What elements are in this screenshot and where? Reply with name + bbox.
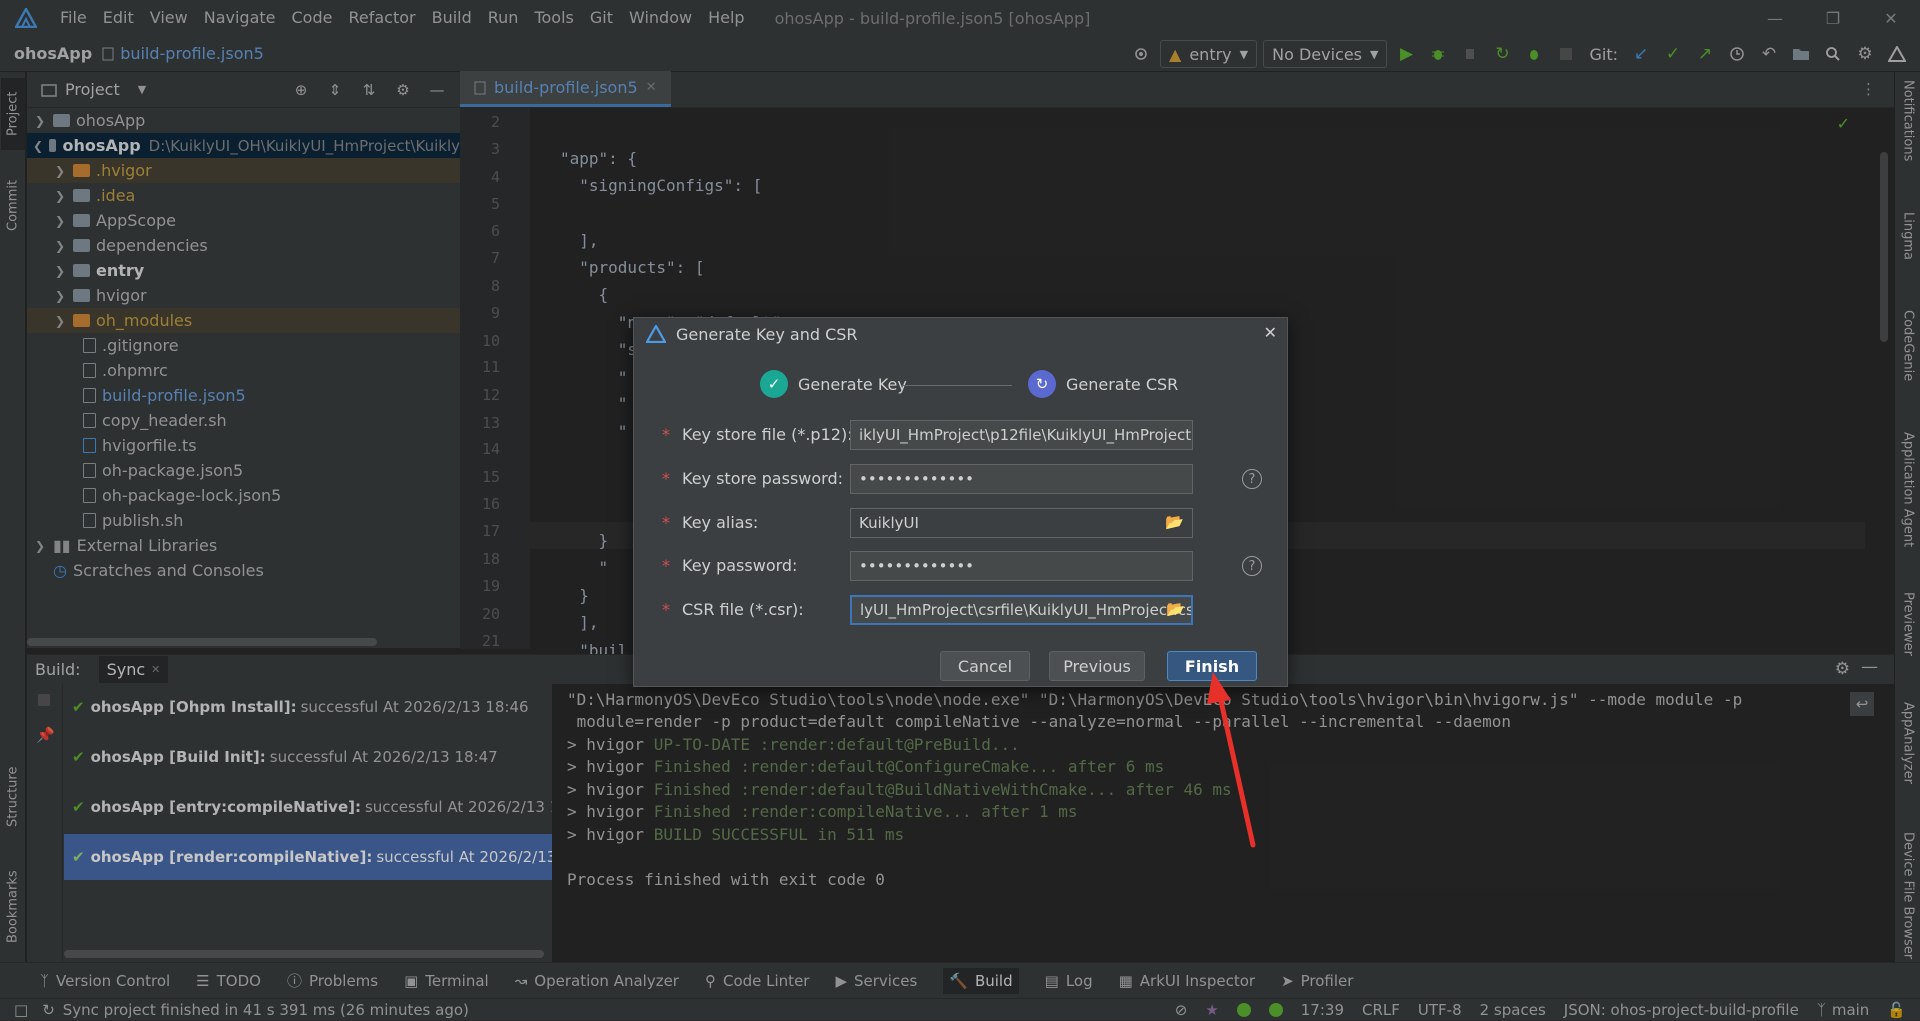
required-marker: *	[662, 513, 670, 532]
key-password-label: * Key password:	[662, 556, 798, 575]
step-label: Generate Key	[798, 374, 907, 394]
app-logo-icon	[646, 325, 666, 343]
step-connector	[902, 385, 1012, 386]
cancel-button[interactable]: Cancel	[940, 651, 1030, 681]
keystore-password-label: * Key store password:	[662, 469, 843, 488]
field-label: CSR file (*.csr):	[682, 600, 804, 619]
keystore-file-input[interactable]: iklyUI_HmProject\p12file\KuiklyUI_HmProj…	[850, 420, 1193, 450]
dialog-title-bar: Generate Key and CSR ✕	[634, 318, 1287, 350]
step-label: Generate CSR	[1066, 374, 1179, 394]
field-label: Key password:	[682, 556, 798, 575]
generate-key-csr-dialog: Generate Key and CSR ✕ ✓ Generate Key ↻ …	[633, 317, 1288, 687]
field-label: Key store file (*.p12):	[682, 425, 853, 444]
keystore-password-input[interactable]: •••••••••••••	[850, 464, 1193, 494]
csr-file-input[interactable]: lyUI_HmProject\csrfile\KuiklyUI_HmProjec…	[850, 595, 1193, 625]
dialog-title: Generate Key and CSR	[676, 324, 858, 344]
help-icon[interactable]: ?	[1242, 469, 1262, 489]
help-icon[interactable]: ?	[1242, 556, 1262, 576]
key-alias-input[interactable]: KuiklyUI 📂	[850, 508, 1193, 538]
key-alias-value: KuiklyUI	[859, 514, 919, 532]
browse-folder-icon[interactable]: 📂	[1165, 513, 1184, 531]
required-marker: *	[662, 469, 670, 488]
field-label: Key alias:	[682, 513, 759, 532]
browse-folder-icon[interactable]: 📂	[1166, 600, 1185, 618]
step-generate-csr: ↻ Generate CSR	[1028, 370, 1178, 398]
previous-button[interactable]: Previous	[1049, 651, 1145, 681]
keystore-file-label: * Key store file (*.p12):	[662, 425, 853, 444]
required-marker: *	[662, 600, 670, 619]
step-complete-icon: ✓	[760, 370, 788, 398]
key-alias-label: * Key alias:	[662, 513, 759, 532]
csr-file-label: * CSR file (*.csr):	[662, 600, 804, 619]
step-active-icon: ↻	[1028, 370, 1056, 398]
required-marker: *	[662, 556, 670, 575]
csr-file-value: lyUI_HmProject\csrfile\KuiklyUI_HmProjec…	[860, 601, 1193, 619]
field-label: Key store password:	[682, 469, 843, 488]
step-generate-key: ✓ Generate Key	[760, 370, 907, 398]
required-marker: *	[662, 425, 670, 444]
key-password-input[interactable]: •••••••••••••	[850, 551, 1193, 581]
finish-button[interactable]: Finish	[1167, 651, 1257, 681]
dialog-close-icon[interactable]: ✕	[1264, 323, 1277, 342]
